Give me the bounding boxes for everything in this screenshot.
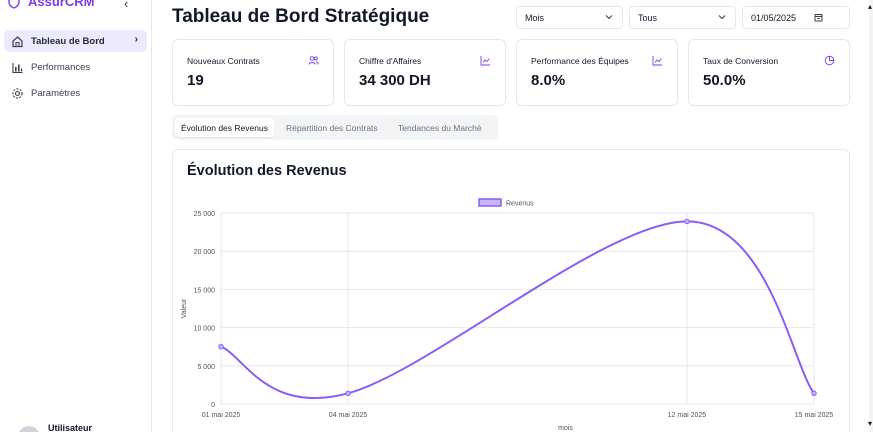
kpi-card-conversion-rate: Taux de Conversion 50.0% <box>688 39 850 106</box>
line-chart-icon <box>480 56 490 66</box>
kpi-card-revenue: Chiffre d'Affaires 34 300 DH <box>344 39 506 106</box>
user-profile[interactable]: Utilisateur <box>18 418 92 432</box>
user-name: Utilisateur <box>48 423 93 432</box>
kpi-card-new-contracts: Nouveaux Contrats 19 <box>172 39 334 106</box>
x-axis-label: mois <box>558 425 573 432</box>
brand-name: AssurCRM <box>28 0 95 9</box>
sidebar-item-settings[interactable]: Paramètres <box>4 82 147 104</box>
kpi-label: Nouveaux Contrats <box>187 56 260 66</box>
kpi-value: 8.0% <box>531 72 566 89</box>
y-axis-label: Valeur <box>181 298 188 318</box>
y-tick-label: 15 000 <box>194 287 216 294</box>
chart-tabs: Évolution des Revenus Répartition des Co… <box>172 115 498 140</box>
y-tick-label: 10 000 <box>194 326 216 333</box>
sidebar-item-label: Paramètres <box>31 87 81 99</box>
tab-market-trends[interactable]: Tendances du Marché <box>392 118 488 137</box>
home-icon <box>11 35 24 48</box>
sidebar-item-label: Tableau de Bord <box>31 35 105 47</box>
shield-icon <box>8 0 20 9</box>
scroll-down-icon[interactable]: ▾ <box>868 419 872 428</box>
period-select-value: Mois <box>525 12 545 23</box>
sidebar-item-dashboard[interactable]: Tableau de Bord › <box>4 30 147 52</box>
kpi-value: 34 300 DH <box>359 72 431 89</box>
sidebar-item-performances[interactable]: Performances <box>4 56 147 78</box>
data-point <box>684 218 690 225</box>
kpi-card-team-performance: Performance des Équipes 8.0% <box>516 39 678 106</box>
app: AssurCRM ‹ Tableau de Bord › Performance… <box>0 0 873 432</box>
team-select[interactable]: Tous <box>629 6 736 29</box>
page-title: Tableau de Bord Stratégique <box>172 6 430 27</box>
kpi-value: 19 <box>187 72 204 89</box>
x-tick-label: 01 mai 2025 <box>202 412 241 419</box>
date-value: 01/05/2025 <box>751 12 797 23</box>
legend-label: Revenus <box>506 201 534 208</box>
revenue-line-chart: 0 5 000 10 000 15 000 20 000 25 000 01 mai 202… <box>181 198 834 432</box>
sidebar-item-label: Performances <box>31 61 91 73</box>
scroll-up-icon[interactable]: ▴ <box>868 2 872 11</box>
tab-revenue-evolution[interactable]: Évolution des Revenus <box>175 118 274 137</box>
pie-chart-icon <box>824 55 835 66</box>
chevron-down-icon <box>718 13 726 23</box>
y-tick-label: 20 000 <box>194 249 216 256</box>
x-tick-label: 15 mai 2025 <box>795 412 834 419</box>
scrollbar[interactable] <box>869 0 873 432</box>
legend-swatch <box>478 198 502 207</box>
chart-card: Évolution des Revenus 05 000 10 000 15 000… <box>172 149 850 432</box>
sidebar-nav: Tableau de Bord › Performances Paramètre… <box>4 30 147 108</box>
data-point <box>811 390 817 397</box>
y-tick-label: 0 <box>211 402 215 409</box>
line-chart-icon <box>652 56 662 66</box>
kpi-label: Chiffre d'Affaires <box>359 56 422 66</box>
kpi-value: 50.0% <box>703 72 746 89</box>
kpi-label: Performance des Équipes <box>531 56 629 66</box>
avatar <box>18 426 40 432</box>
y-tick-label: 5 000 <box>197 364 215 371</box>
x-tick-label: 04 mai 2025 <box>329 412 368 419</box>
gear-icon <box>11 87 24 100</box>
y-tick-label: 25 000 <box>194 211 216 218</box>
brand[interactable]: AssurCRM <box>8 0 94 9</box>
data-point <box>218 344 224 350</box>
sidebar: AssurCRM ‹ Tableau de Bord › Performance… <box>0 0 152 432</box>
users-icon <box>308 56 319 65</box>
bar-chart-icon <box>11 61 24 74</box>
kpi-label: Taux de Conversion <box>703 56 779 66</box>
team-select-value: Tous <box>638 12 658 23</box>
calendar-icon[interactable] <box>814 13 823 24</box>
series-line-revenus <box>220 220 815 400</box>
data-point <box>345 390 351 397</box>
chevron-right-icon: › <box>134 34 138 45</box>
x-tick-label: 12 mai 2025 <box>668 412 707 419</box>
tab-contract-distribution[interactable]: Répartition des Contrats <box>280 118 384 137</box>
chevron-down-icon <box>605 13 613 23</box>
collapse-sidebar-icon[interactable]: ‹ <box>124 0 128 11</box>
period-select[interactable]: Mois <box>516 6 623 29</box>
date-input[interactable]: 01/05/2025 <box>742 6 850 29</box>
